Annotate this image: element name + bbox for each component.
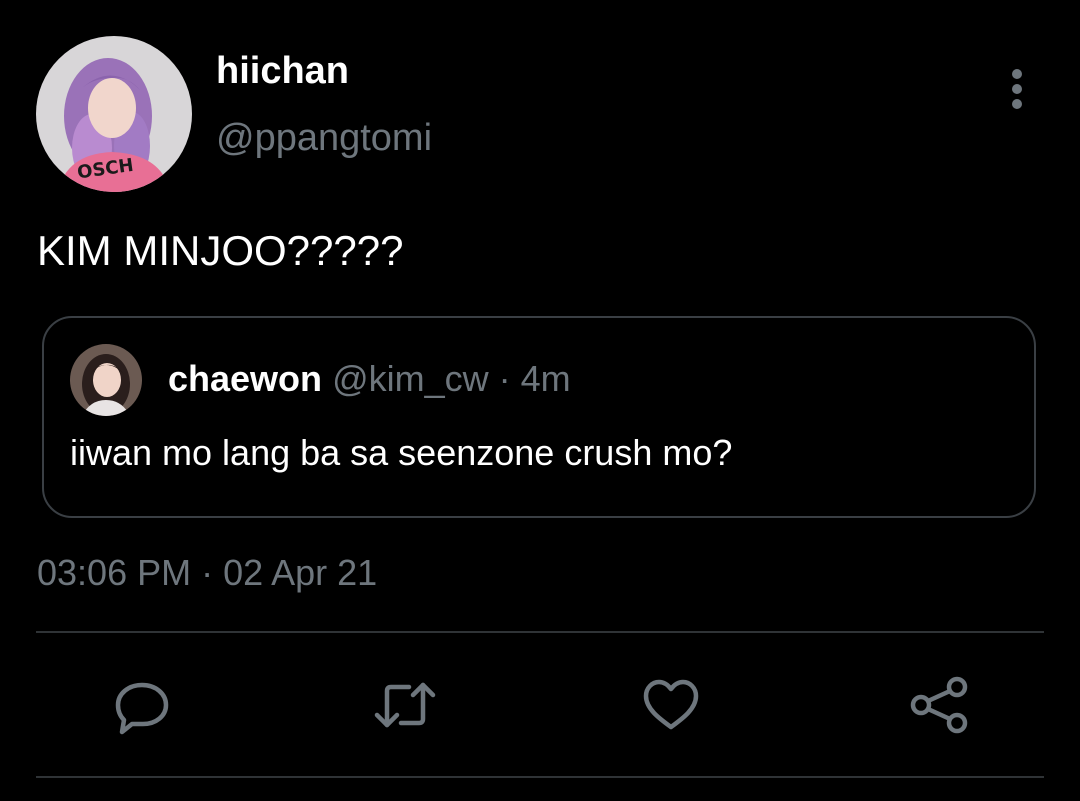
quoted-tweet-header: chaewon @kim_cw · 4m: [168, 358, 571, 400]
retweet-button[interactable]: [370, 670, 440, 740]
author-handle[interactable]: @ppangtomi: [216, 117, 432, 160]
profile-photo-icon: [70, 344, 142, 416]
author-display-name[interactable]: hiichan: [216, 50, 349, 93]
divider: [36, 776, 1044, 778]
quoted-tweet-text: iiwan mo lang ba sa seenzone crush mo?: [70, 432, 733, 473]
more-options-button[interactable]: [1000, 66, 1034, 112]
quoted-tweet-card[interactable]: chaewon @kim_cw · 4m iiwan mo lang ba sa…: [42, 316, 1036, 518]
more-vertical-icon: [1012, 69, 1022, 109]
profile-photo-icon: OSCH: [36, 36, 192, 192]
quoted-author-meta: @kim_cw · 4m: [332, 358, 571, 399]
tweet-text: KIM MINJOO?????: [37, 227, 404, 274]
reply-icon: [115, 682, 169, 735]
like-button[interactable]: [636, 670, 706, 740]
share-icon: [910, 676, 968, 734]
tweet-timestamp[interactable]: 03:06 PM · 02 Apr 21: [37, 552, 377, 594]
author-avatar[interactable]: OSCH: [36, 36, 192, 192]
retweet-icon: [374, 682, 436, 728]
quoted-author-display-name[interactable]: chaewon: [168, 358, 322, 399]
reply-button[interactable]: [107, 670, 177, 740]
divider: [36, 631, 1044, 633]
quoted-author-avatar[interactable]: [70, 344, 142, 416]
like-icon: [643, 679, 699, 730]
share-button[interactable]: [904, 670, 974, 740]
